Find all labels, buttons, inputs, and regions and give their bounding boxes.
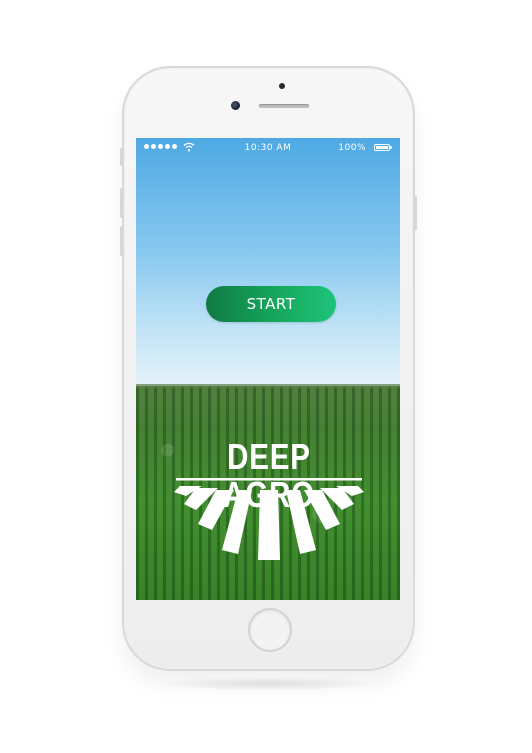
volume-down-button <box>120 226 123 256</box>
phone-frame: 10:30 AM 100% START DEEP AGRO <box>120 66 417 691</box>
front-camera-icon <box>231 101 240 110</box>
earpiece-speaker <box>259 104 309 108</box>
home-button[interactable] <box>248 608 292 652</box>
horizon-line <box>136 384 400 388</box>
deep-agro-logo: DEEP AGRO <box>172 438 366 563</box>
battery-percentage: 100% <box>338 143 366 153</box>
proximity-sensor <box>279 83 285 89</box>
volume-up-button <box>120 188 123 218</box>
mute-switch <box>120 148 123 166</box>
sky-background <box>136 138 400 388</box>
status-bar: 10:30 AM 100% <box>136 138 400 158</box>
battery-icon <box>374 144 392 151</box>
start-button[interactable]: START <box>206 286 336 322</box>
app-screen: 10:30 AM 100% START DEEP AGRO <box>136 138 400 600</box>
power-button <box>414 196 417 230</box>
sun-rays-icon <box>174 478 364 560</box>
